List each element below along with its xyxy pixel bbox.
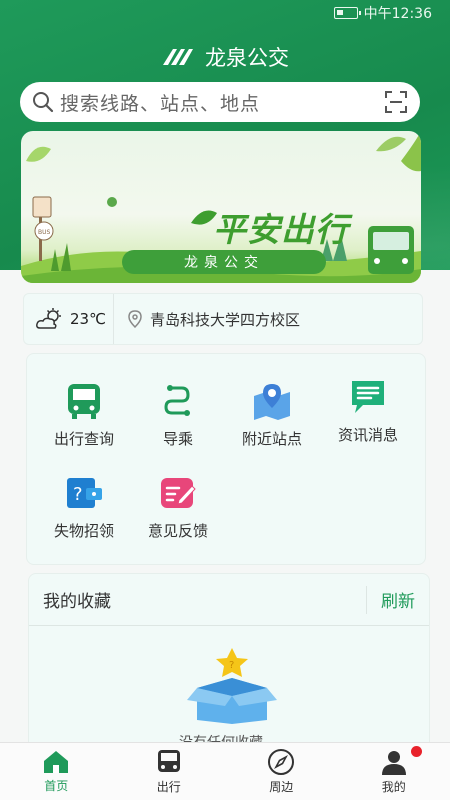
tab-trip[interactable]: 出行 [113,743,226,800]
lost-found-icon: ? [67,478,102,508]
svg-text:?: ? [73,484,83,505]
banner-slogan: 平安出行 [213,210,349,249]
tab-nearby[interactable]: 周边 [225,743,338,800]
map-pin-icon [254,384,290,420]
service-label: 导乘 [162,430,193,448]
service-label: 资讯消息 [337,426,398,444]
compass-icon [268,749,295,775]
service-label: 意见反馈 [147,522,208,540]
service-guide[interactable]: 导乘 [133,382,223,449]
tab-label: 我的 [381,780,406,794]
bus-tab-icon [157,750,180,772]
tab-label: 出行 [156,780,181,794]
user-icon [381,751,406,775]
tab-label: 周边 [269,780,294,794]
service-feedback[interactable]: 意见反馈 [133,474,223,541]
service-label: 出行查询 [53,430,114,448]
status-time: 中午12:36 [363,6,432,22]
search-icon [33,92,54,113]
feedback-icon [161,478,196,508]
location-name: 青岛科技大学四方校区 [150,310,301,329]
tab-label: 首页 [44,779,69,793]
empty-box-illustration: ? [187,648,277,724]
partly-sunny-icon [36,308,61,329]
app-logo-icon [163,49,193,65]
bottom-tab-bar: 首页 出行 周边 我的 [0,742,450,800]
service-trip-query[interactable]: 出行查询 [39,382,129,449]
battery-icon [333,7,361,19]
tab-profile[interactable]: 我的 [338,743,450,800]
home-icon [44,751,69,773]
notification-badge [411,746,422,757]
app-title: 龙泉公交 [205,46,289,70]
bus-sign-text: BUS [38,229,51,236]
scan-icon[interactable] [384,90,408,114]
favorites-card: 我的收藏 刷新 ? 没有任何收藏 [28,573,430,763]
route-icon [164,385,190,416]
promo-banner[interactable]: BUS 平安出行 龙泉公交 [21,131,421,283]
svg-text:?: ? [229,660,234,671]
service-label: 失物招领 [53,522,114,540]
service-nearby-stops[interactable]: 附近站点 [227,382,317,449]
tab-home[interactable]: 首页 [0,743,113,800]
location-block[interactable]: 青岛科技大学四方校区 [114,309,300,330]
services-grid: 出行查询 导乘 附近站点 资讯消息 ? 失物招领 意见反馈 [26,353,426,565]
refresh-button[interactable]: 刷新 [366,585,429,614]
service-label: 附近站点 [241,430,302,448]
weather-location-card: 23℃ 青岛科技大学四方校区 [23,293,423,345]
banner-brand-pill: 龙泉公交 [122,250,326,274]
weather-block: 23℃ [24,294,114,344]
bus-icon [68,384,100,419]
location-pin-icon [128,310,142,328]
search-bar[interactable]: 搜索线路、站点、地点 [20,82,420,122]
favorites-title: 我的收藏 [43,592,111,612]
app-header: 龙泉公交 [0,42,450,72]
service-news[interactable]: 资讯消息 [323,378,413,445]
search-input[interactable]: 搜索线路、站点、地点 [60,89,378,116]
temperature: 23℃ [70,310,106,328]
status-bar: 中午12:36 [0,0,450,26]
service-lost-found[interactable]: ? 失物招领 [39,474,129,541]
favorites-header: 我的收藏 刷新 [29,574,429,626]
message-icon [352,381,384,413]
